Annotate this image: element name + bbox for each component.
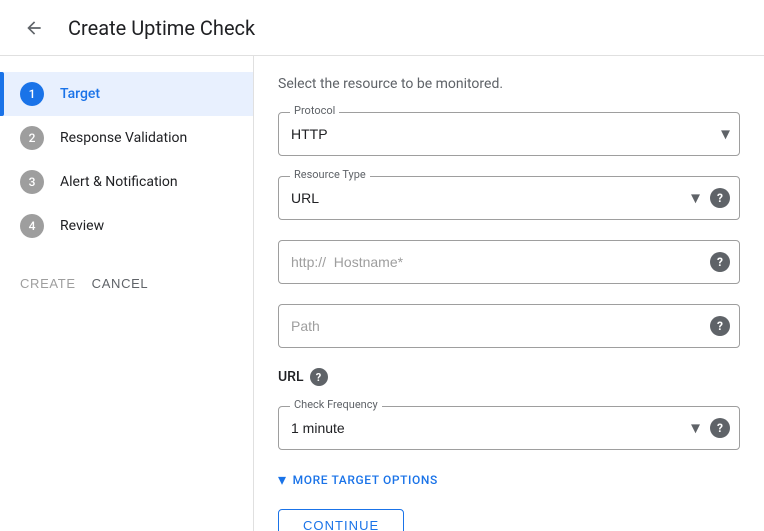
- step-1-circle: 1: [20, 82, 44, 106]
- sidebar-item-alert-notification[interactable]: 3 Alert & Notification: [0, 160, 253, 204]
- step-3-circle: 3: [20, 170, 44, 194]
- sidebar-item-review[interactable]: 4 Review: [0, 204, 253, 248]
- step-3-label: Alert & Notification: [60, 174, 178, 190]
- check-frequency-help-icon[interactable]: ?: [710, 418, 730, 438]
- cancel-button[interactable]: CANCEL: [84, 272, 157, 295]
- more-target-options[interactable]: ▾ MORE TARGET OPTIONS: [278, 470, 740, 489]
- path-input-wrapper: ?: [278, 304, 740, 348]
- page-title: Create Uptime Check: [68, 16, 255, 40]
- create-button[interactable]: CREATE: [20, 272, 76, 295]
- resource-type-label: Resource Type: [290, 168, 370, 181]
- url-label: URL: [278, 369, 304, 385]
- header: Create Uptime Check: [0, 0, 764, 56]
- url-help-icon[interactable]: ?: [310, 368, 328, 386]
- hostname-help-icon[interactable]: ?: [710, 252, 730, 272]
- protocol-field-group: Protocol HTTP HTTPS TCP ▾: [278, 112, 740, 156]
- resource-type-select-wrapper: URL Instance App Engine AWS ▾ ?: [278, 176, 740, 220]
- check-frequency-label: Check Frequency: [290, 398, 382, 411]
- step-4-circle: 4: [20, 214, 44, 238]
- continue-button[interactable]: CONTINUE: [278, 509, 404, 531]
- check-frequency-field-group: Check Frequency 1 minute 5 minutes 10 mi…: [278, 406, 740, 450]
- hostname-input-wrapper: ?: [278, 240, 740, 284]
- step-4-label: Review: [60, 218, 104, 234]
- check-frequency-select-wrapper: 1 minute 5 minutes 10 minutes 15 minutes…: [278, 406, 740, 450]
- step-1-label: Target: [60, 86, 100, 102]
- protocol-label: Protocol: [290, 104, 339, 117]
- path-help-icon[interactable]: ?: [710, 316, 730, 336]
- resource-type-select[interactable]: URL Instance App Engine AWS: [278, 176, 740, 220]
- more-options-label: MORE TARGET OPTIONS: [293, 473, 438, 487]
- step-2-circle: 2: [20, 126, 44, 150]
- main-layout: 1 Target 2 Response Validation 3 Alert &…: [0, 56, 764, 531]
- sidebar-item-target[interactable]: 1 Target: [0, 72, 253, 116]
- url-row: URL ?: [278, 368, 740, 386]
- resource-type-help-icon[interactable]: ?: [710, 188, 730, 208]
- sidebar-actions: CREATE CANCEL: [0, 256, 253, 311]
- step-2-label: Response Validation: [60, 130, 187, 146]
- resource-type-field-group: Resource Type URL Instance App Engine AW…: [278, 176, 740, 220]
- expand-icon: ▾: [278, 470, 287, 489]
- check-frequency-select[interactable]: 1 minute 5 minutes 10 minutes 15 minutes: [278, 406, 740, 450]
- content-subtitle: Select the resource to be monitored.: [278, 76, 740, 92]
- path-field-group: ?: [278, 304, 740, 348]
- protocol-select[interactable]: HTTP HTTPS TCP: [278, 112, 740, 156]
- protocol-select-wrapper: HTTP HTTPS TCP ▾: [278, 112, 740, 156]
- hostname-input[interactable]: [278, 240, 740, 284]
- content-area: Select the resource to be monitored. Pro…: [254, 56, 764, 531]
- path-input[interactable]: [278, 304, 740, 348]
- sidebar-item-response-validation[interactable]: 2 Response Validation: [0, 116, 253, 160]
- hostname-field-group: ?: [278, 240, 740, 284]
- sidebar: 1 Target 2 Response Validation 3 Alert &…: [0, 56, 254, 531]
- back-button[interactable]: [16, 10, 52, 46]
